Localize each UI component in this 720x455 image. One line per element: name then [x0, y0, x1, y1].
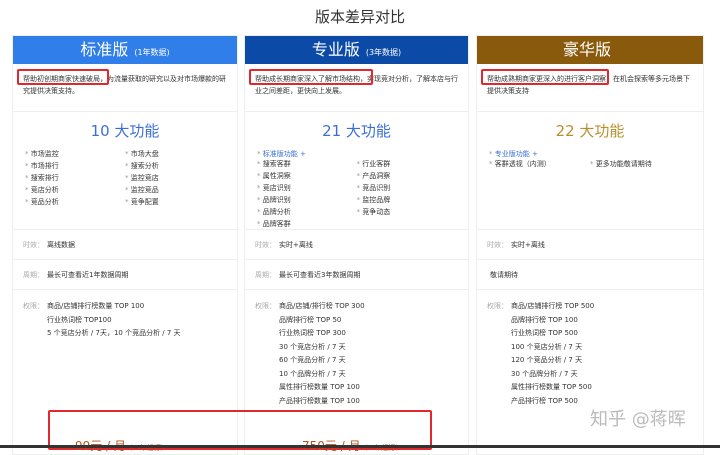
permissions-section: 权限： 商品/店铺/排行榜 TOP 300 品牌排行榜 TOP 50 行业热词榜 TO…: [245, 290, 468, 418]
plan-pro: 专业版 (3年数据) 帮助成长期商家深入了解市场结构，实现竞对分析，了解本店与行业…: [244, 35, 469, 455]
feature-item: 更多功能敬请期待: [590, 159, 691, 169]
permission-item: 商品/店铺/排行榜 TOP 300: [279, 302, 365, 310]
plan-header: 标准版 (1年数据): [13, 36, 237, 64]
period-label: 周期：: [23, 271, 44, 279]
period-row: 敬请期待: [477, 260, 703, 290]
permissions-section: 权限： 商品/店铺排行榜数量 TOP 100 行业热词榜 TOP100 5 个竞店分析…: [13, 290, 237, 351]
highlight-box: [17, 69, 109, 85]
permission-item: 品牌排行榜 TOP 50: [279, 315, 342, 324]
timeliness-row: 时效： 实时+离线: [245, 230, 468, 260]
feature-include-link[interactable]: 专业版功能 +: [477, 149, 703, 159]
plan-description: 帮助成长期商家深入了解市场结构，实现竞对分析，了解本店与行业之间差距，更快向上发…: [245, 64, 468, 112]
feature-section: 21 大功能 标准版功能 + 搜索客群行业客群属性洞察产品洞察竞店识别竞品识别品…: [245, 112, 468, 230]
highlight-box: [249, 69, 373, 85]
feature-count: 21 大功能: [322, 122, 391, 140]
permission-item: 品牌排行榜 TOP 100: [511, 315, 578, 324]
feature-list: 客群透视（内测）更多功能敬请期待: [477, 159, 703, 169]
permission-item: 30 个品牌分析 / 7 天: [511, 369, 578, 378]
feature-section: 10 大功能 市场监控市场大盘市场排行搜索分析搜索排行监控竞店竞店分析监控竞品竞…: [13, 112, 237, 230]
feature-include-link[interactable]: 标准版功能 +: [245, 149, 468, 159]
feature-item: 属性洞察: [257, 171, 357, 181]
permission-item: 120 个竞品分析 / 7 天: [511, 356, 583, 364]
timeliness-label: 时效：: [487, 241, 508, 249]
plan-years: (1年数据): [134, 48, 170, 57]
feature-item: 竞品分析: [25, 197, 125, 207]
page-title: 版本差异对比: [314, 8, 405, 26]
permission-item: 行业热词榜 TOP 300: [279, 329, 346, 337]
timeliness-value: 实时+离线: [279, 241, 313, 249]
permission-item: 产品排行榜数量 TOP 100: [279, 396, 360, 405]
permissions-list: 商品/店铺排行榜 TOP 500 品牌排行榜 TOP 100 行业热词榜 TOP 5…: [511, 300, 594, 408]
permission-item: 10 个品牌分析 / 7 天: [279, 369, 346, 378]
feature-section: 22 大功能 专业版功能 + 客群透视（内测）更多功能敬请期待: [477, 112, 703, 230]
feature-item: 竞品识别: [357, 183, 457, 193]
feature-list: 搜索客群行业客群属性洞察产品洞察竞店识别竞品识别品牌识别监控品牌品牌分析竞争动态…: [245, 159, 468, 229]
feature-count: 22 大功能: [555, 122, 625, 140]
feature-item: 品牌客群: [257, 219, 357, 229]
timeliness-row: 时效： 离线数据: [13, 230, 237, 260]
feature-item: 市场监控: [25, 149, 125, 159]
permission-item: 行业热词榜 TOP 500: [511, 329, 578, 337]
plan-standard: 标准版 (1年数据) 帮助初创期商家快速破局，为流量获取的研究以及对市场爆款的研究…: [12, 35, 238, 455]
permission-item: 行业热词榜 TOP100: [47, 315, 112, 324]
plan-description: 帮助成熟期商家更深入的进行客户洞察，在机会探索等多元场景下提供决策支持: [477, 64, 703, 112]
permission-item: 产品排行榜 TOP 500: [511, 396, 578, 405]
plan-header: 豪华版: [477, 36, 703, 64]
feature-item: 搜索分析: [125, 161, 225, 171]
period-row: 周期： 最长可查看近1年数据周期: [13, 260, 237, 290]
permission-item: 商品/店铺排行榜 TOP 500: [511, 302, 595, 310]
timeliness-label: 时效：: [255, 241, 276, 249]
feature-item: 监控竞店: [125, 173, 225, 183]
watermark: 知乎 @蒋晖: [590, 409, 686, 430]
period-row: 周期： 最长可查看近3年数据周期: [245, 260, 468, 290]
feature-count: 10 大功能: [90, 122, 160, 140]
plan-deluxe: 豪华版 帮助成熟期商家更深入的进行客户洞察，在机会探索等多元场景下提供决策支持 …: [476, 35, 704, 455]
permissions-section: 权限： 商品/店铺排行榜 TOP 500 品牌排行榜 TOP 100 行业热词榜 TO…: [477, 290, 703, 418]
plan-header: 专业版 (3年数据): [245, 36, 468, 64]
permissions-list: 商品/店铺排行榜数量 TOP 100 行业热词榜 TOP100 5 个竞店分析 / …: [47, 300, 181, 341]
plan-name: 专业版: [311, 40, 360, 59]
feature-item: 品牌分析: [257, 207, 357, 217]
timeliness-row: 时效： 实时+离线: [477, 230, 703, 260]
period-label: 周期：: [255, 271, 276, 279]
plan-name: 豪华版: [562, 40, 611, 59]
feature-item: 竞店分析: [25, 185, 125, 195]
plan-name: 标准版: [80, 40, 129, 59]
permission-item: 属性排行榜数量 TOP 100: [279, 383, 360, 391]
permission-item: 属性排行榜数量 TOP 500: [511, 383, 592, 391]
timeliness-label: 时效：: [23, 241, 44, 249]
permission-item: 5 个竞店分析 / 7天，10 个竞品分析 / 7 天: [47, 329, 181, 337]
timeliness-value: 实时+离线: [511, 241, 545, 249]
timeliness-value: 离线数据: [47, 241, 75, 249]
period-value: 最长可查看近3年数据周期: [279, 271, 361, 279]
feature-item: 竞争动态: [357, 207, 457, 217]
plan-years: (3年数据): [365, 48, 402, 57]
permission-item: 60 个竞品分析 / 7 天: [279, 356, 346, 364]
feature-item: 竞店识别: [257, 183, 357, 193]
permission-item: 100 个竞店分析 / 7 天: [511, 342, 583, 351]
feature-item: 监控品牌: [357, 195, 457, 205]
feature-item: 品牌识别: [257, 195, 357, 205]
feature-item: 竞争配置: [125, 197, 225, 207]
feature-item: 市场大盘: [125, 149, 225, 159]
period-value: 最长可查看近1年数据周期: [47, 271, 129, 279]
feature-item: 监控竞品: [125, 185, 225, 195]
permission-item: 30 个竞店分析 / 7 天: [279, 342, 346, 351]
feature-item: 产品洞察: [357, 171, 457, 181]
period-value: 敬请期待: [490, 271, 518, 279]
permissions-label: 权限：: [255, 302, 276, 310]
feature-item: 搜索客群: [257, 159, 357, 169]
permission-item: 商品/店铺排行榜数量 TOP 100: [47, 302, 145, 310]
plan-description: 帮助初创期商家快速破局，为流量获取的研究以及对市场爆款的研究提供决策支持。: [13, 64, 237, 112]
feature-item: 市场排行: [25, 161, 125, 171]
feature-list: 市场监控市场大盘市场排行搜索分析搜索排行监控竞店竞店分析监控竞品竞品分析竞争配置: [13, 149, 237, 207]
feature-item: 搜索排行: [25, 173, 125, 183]
permissions-list: 商品/店铺/排行榜 TOP 300 品牌排行榜 TOP 50 行业热词榜 TOP 3…: [279, 300, 365, 408]
permissions-label: 权限：: [23, 302, 44, 310]
highlight-box: [481, 69, 609, 85]
feature-item: 行业客群: [357, 159, 457, 169]
feature-item: 客群透视（内测）: [489, 159, 590, 169]
permissions-label: 权限：: [487, 302, 508, 310]
